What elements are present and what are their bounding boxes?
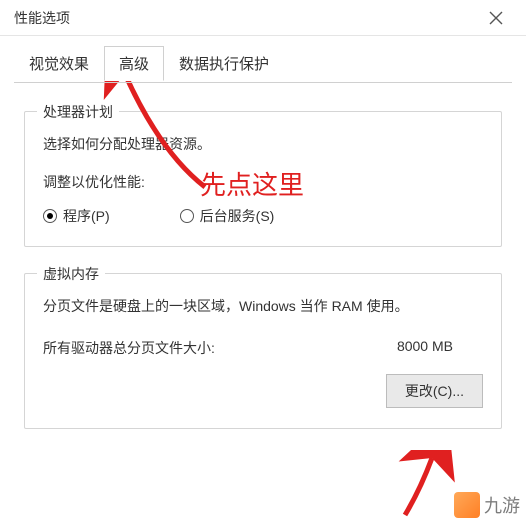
group-title-processor: 处理器计划 xyxy=(37,102,119,122)
group-processor-scheduling: 处理器计划 选择如何分配处理器资源。 调整以优化性能: 程序(P) 后台服务(S… xyxy=(24,111,502,247)
group-title-vm: 虚拟内存 xyxy=(37,264,105,284)
radio-dot-background xyxy=(180,209,194,223)
vm-total-label: 所有驱动器总分页文件大小: xyxy=(43,338,215,358)
vm-desc: 分页文件是硬盘上的一块区域，Windows 当作 RAM 使用。 xyxy=(43,296,483,316)
optimize-label: 调整以优化性能: xyxy=(43,172,483,192)
tab-bar: 视觉效果 高级 数据执行保护 xyxy=(0,36,526,81)
tab-visual-effects[interactable]: 视觉效果 xyxy=(14,46,104,81)
group-virtual-memory: 虚拟内存 分页文件是硬盘上的一块区域，Windows 当作 RAM 使用。 所有… xyxy=(24,273,502,429)
close-icon[interactable] xyxy=(476,3,516,33)
watermark-icon xyxy=(454,492,480,518)
watermark-text: 九游 xyxy=(484,492,520,518)
radio-background-label: 后台服务(S) xyxy=(200,206,275,226)
tab-dep[interactable]: 数据执行保护 xyxy=(164,46,284,81)
radio-programs[interactable]: 程序(P) xyxy=(43,206,110,226)
tab-advanced[interactable]: 高级 xyxy=(104,46,164,81)
radio-programs-label: 程序(P) xyxy=(63,206,110,226)
radio-dot-programs xyxy=(43,209,57,223)
vm-total-value: 8000 MB xyxy=(397,338,453,358)
radio-background-services[interactable]: 后台服务(S) xyxy=(180,206,275,226)
watermark: 九游 xyxy=(454,492,520,518)
change-button[interactable]: 更改(C)... xyxy=(386,374,483,408)
window-title: 性能选项 xyxy=(14,8,70,28)
processor-desc: 选择如何分配处理器资源。 xyxy=(43,134,483,154)
